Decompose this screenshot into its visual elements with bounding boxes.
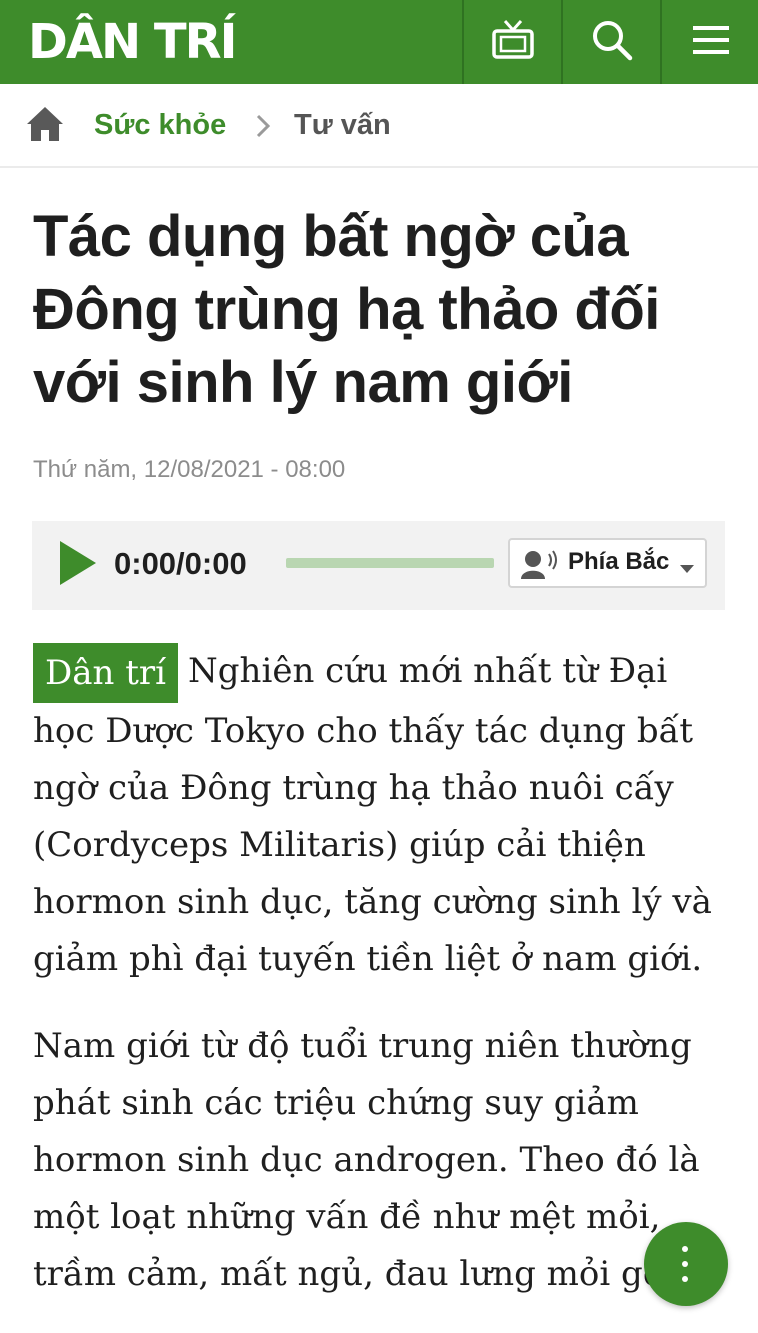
source-tag: Dân trí <box>33 643 179 703</box>
more-options-button[interactable] <box>644 1222 728 1306</box>
article-paragraph: Nam giới từ độ tuổi trung niên thường ph… <box>33 1026 700 1294</box>
home-icon[interactable] <box>25 104 65 149</box>
top-navbar: DÂN TRÍ <box>0 0 758 84</box>
breadcrumb-item-tu-van[interactable]: Tư vấn <box>294 108 391 142</box>
menu-button[interactable] <box>660 0 758 84</box>
speaker-icon <box>520 549 560 584</box>
voice-label: Phía Bắc <box>568 548 670 575</box>
tv-icon <box>491 19 535 66</box>
breadcrumb: Sức khỏe Tư vấn <box>0 84 758 168</box>
caret-down-icon <box>680 560 694 578</box>
chevron-right-icon <box>254 113 272 144</box>
search-icon <box>590 18 634 67</box>
audio-player: 0:00/0:00 Phía Bắc <box>32 521 725 610</box>
menu-icon <box>691 23 731 62</box>
breadcrumb-item-suc-khoe[interactable]: Sức khỏe <box>94 108 226 142</box>
article-title: Tác dụng bất ngờ của Đông trùng hạ thảo … <box>33 204 660 415</box>
article-date: Thứ năm, 12/08/2021 - 08:00 <box>33 456 346 483</box>
search-button[interactable] <box>561 0 661 84</box>
tv-button[interactable] <box>462 0 562 84</box>
play-icon[interactable] <box>58 539 98 592</box>
article-lead: Dân trí Nghiên cứu mới nhất từ Đại học Dư… <box>33 643 733 988</box>
audio-time: 0:00/0:00 <box>114 546 247 581</box>
voice-region-select[interactable]: Phía Bắc <box>508 538 707 588</box>
article-body: Dân trí Nghiên cứu mới nhất từ Đại học Dư… <box>33 643 733 1333</box>
audio-progress-bar[interactable] <box>286 558 494 568</box>
site-logo[interactable]: DÂN TRÍ <box>28 14 237 70</box>
